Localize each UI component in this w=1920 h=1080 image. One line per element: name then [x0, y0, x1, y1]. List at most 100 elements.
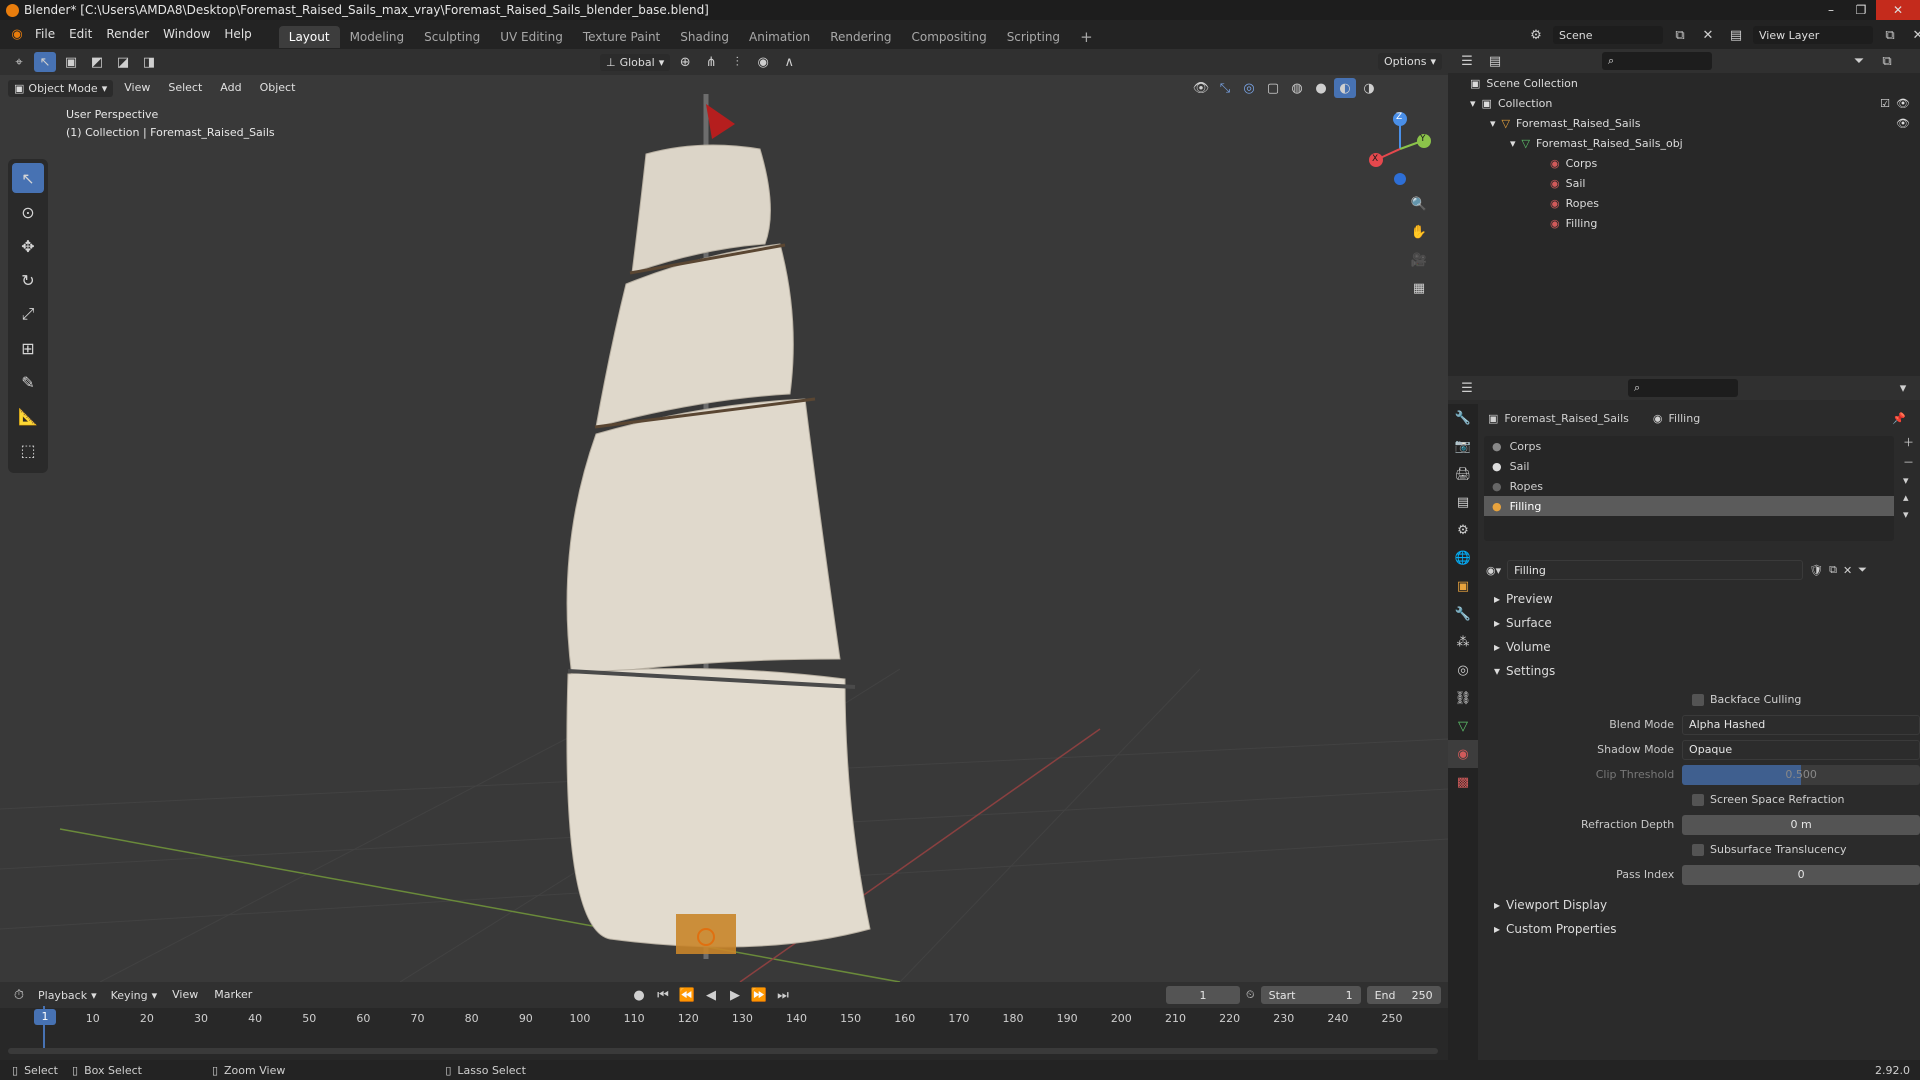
modifier-tab-icon[interactable]: 🔧	[1448, 600, 1478, 628]
scene-tab-icon[interactable]: ⚙	[1448, 516, 1478, 544]
panel-custom-properties[interactable]: ▸ Custom Properties	[1484, 917, 1920, 941]
tab-layout[interactable]: Layout	[278, 25, 340, 48]
panel-viewport-display[interactable]: ▸ Viewport Display	[1484, 893, 1920, 917]
3d-viewport[interactable]: ⌖ ↖ ▣ ◩ ◪ ◨ ⊥ Global ▾ ⊕ ⋔ ⫶ ◉ ∧ Options ▾ …	[0, 49, 1448, 982]
eye-icon[interactable]: 👁	[1896, 97, 1910, 110]
backface-culling-checkbox[interactable]	[1692, 693, 1704, 706]
unlink-material-icon[interactable]: ✕	[1843, 564, 1852, 577]
outliner-search-input[interactable]: ⌕	[1602, 52, 1712, 70]
backface-culling-row[interactable]: Backface Culling	[1484, 687, 1920, 712]
scene-selector[interactable]: Scene	[1553, 26, 1663, 44]
output-tab-icon[interactable]: 🖨	[1448, 460, 1478, 488]
tab-shading[interactable]: Shading	[670, 26, 739, 48]
panel-preview[interactable]: ▸ Preview	[1484, 587, 1920, 611]
blend-mode-dropdown[interactable]: Alpha Hashed	[1682, 714, 1920, 735]
new-collection-icon[interactable]: ⧉	[1876, 51, 1898, 71]
pin-icon[interactable]: 📌	[1892, 412, 1906, 425]
menu-file[interactable]: File	[28, 20, 62, 49]
refraction-depth-field[interactable]: 0 m	[1682, 814, 1920, 835]
outliner-editor-icon[interactable]: ☰	[1456, 51, 1478, 71]
view-layer-selector[interactable]: View Layer	[1753, 26, 1873, 44]
view-layer-icon[interactable]: ▤	[1725, 25, 1747, 45]
playhead-frame-label[interactable]: 1	[34, 1009, 56, 1025]
render-tab-icon[interactable]: 📷	[1448, 432, 1478, 460]
material-name-field[interactable]: Filling	[1507, 560, 1804, 580]
move-down-icon[interactable]: ▾	[1903, 508, 1914, 521]
new-scene-icon[interactable]: ⧉	[1669, 25, 1691, 45]
pass-index-field[interactable]: 0	[1682, 864, 1920, 885]
outliner-object[interactable]: ▾ ▽ Foremast_Raised_Sails 👁	[1448, 113, 1920, 133]
menu-help[interactable]: Help	[217, 20, 258, 49]
zoom-icon[interactable]: 🔍	[1408, 194, 1430, 214]
particles-tab-icon[interactable]: ⁂	[1448, 628, 1478, 656]
properties-search-input[interactable]: ⌕	[1628, 379, 1738, 397]
timeline-scrollbar[interactable]	[8, 1048, 1438, 1054]
link-mode-icon[interactable]: ⏷	[1858, 563, 1867, 577]
blender-menu-icon[interactable]: ◉	[6, 25, 28, 45]
maximize-button[interactable]: ❐	[1846, 0, 1876, 20]
screen-space-refraction-checkbox[interactable]	[1692, 793, 1704, 806]
view-layer-tab-icon[interactable]: ▤	[1448, 488, 1478, 516]
filter-icon[interactable]: ⏷	[1848, 51, 1870, 71]
menu-edit[interactable]: Edit	[62, 20, 99, 49]
minimize-button[interactable]: –	[1816, 0, 1846, 20]
tool-tab-icon[interactable]: 🔧	[1448, 404, 1478, 432]
outliner-material-sail[interactable]: ◉ Sail	[1448, 173, 1920, 193]
navigation-gizmo[interactable]: Z Y X	[1360, 109, 1440, 189]
constraints-tab-icon[interactable]: ⛓	[1448, 684, 1478, 712]
world-tab-icon[interactable]: 🌐	[1448, 544, 1478, 572]
collection-checkbox-icon[interactable]: ☑	[1880, 97, 1890, 110]
material-slot-corps[interactable]: ● Corps	[1484, 436, 1894, 456]
new-view-layer-icon[interactable]: ⧉	[1879, 25, 1901, 45]
material-browse-icon[interactable]: ◉▾	[1486, 564, 1501, 577]
fake-user-icon[interactable]: 🛡	[1809, 564, 1823, 577]
tab-rendering[interactable]: Rendering	[820, 26, 901, 48]
outliner-material-filling[interactable]: ◉ Filling	[1448, 213, 1920, 233]
menu-render[interactable]: Render	[99, 20, 156, 49]
texture-tab-icon[interactable]: ▩	[1448, 768, 1478, 796]
outliner-collection[interactable]: ▾ ▣ Collection ☑ 👁	[1448, 93, 1920, 113]
add-slot-icon[interactable]: ＋	[1903, 434, 1914, 450]
data-tab-icon[interactable]: ▽	[1448, 712, 1478, 740]
properties-editor-icon[interactable]: ☰	[1456, 378, 1478, 398]
panel-settings[interactable]: ▾ Settings	[1484, 659, 1920, 683]
tab-compositing[interactable]: Compositing	[901, 26, 996, 48]
pan-hand-icon[interactable]: ✋	[1408, 222, 1430, 242]
shadow-mode-dropdown[interactable]: Opaque	[1682, 739, 1920, 760]
duplicate-material-icon[interactable]: ⧉	[1829, 563, 1837, 577]
outliner-material-corps[interactable]: ◉ Corps	[1448, 153, 1920, 173]
slot-menu-icon[interactable]: ▾	[1903, 474, 1914, 487]
clip-threshold-slider[interactable]: 0.500	[1682, 764, 1920, 785]
panel-volume[interactable]: ▸ Volume	[1484, 635, 1920, 659]
move-up-icon[interactable]: ▴	[1903, 491, 1914, 504]
material-slot-sail[interactable]: ● Sail	[1484, 456, 1894, 476]
panel-surface[interactable]: ▸ Surface	[1484, 611, 1920, 635]
menu-window[interactable]: Window	[156, 20, 217, 49]
material-tab-icon[interactable]: ◉	[1448, 740, 1478, 768]
tab-sculpting[interactable]: Sculpting	[414, 26, 490, 48]
delete-view-layer-icon[interactable]: ✕	[1907, 25, 1920, 45]
ortho-grid-icon[interactable]: ▦	[1408, 278, 1430, 298]
tab-scripting[interactable]: Scripting	[997, 26, 1070, 48]
eye-icon[interactable]: 👁	[1896, 117, 1910, 130]
material-slot-filling[interactable]: ● Filling	[1484, 496, 1894, 516]
scene-icon[interactable]: ⚙	[1525, 25, 1547, 45]
screen-space-refraction-row[interactable]: Screen Space Refraction	[1484, 787, 1920, 812]
material-slot-ropes[interactable]: ● Ropes	[1484, 476, 1894, 496]
physics-tab-icon[interactable]: ◎	[1448, 656, 1478, 684]
outliner-material-ropes[interactable]: ◉ Ropes	[1448, 193, 1920, 213]
subsurface-translucency-checkbox[interactable]	[1692, 843, 1704, 856]
object-tab-icon[interactable]: ▣	[1448, 572, 1478, 600]
camera-view-icon[interactable]: 🎥	[1408, 250, 1430, 270]
display-mode-icon[interactable]: ▤	[1484, 51, 1506, 71]
tab-animation[interactable]: Animation	[739, 26, 820, 48]
tab-texture-paint[interactable]: Texture Paint	[573, 26, 670, 48]
chevron-down-icon[interactable]: ▾	[1892, 378, 1914, 398]
delete-scene-icon[interactable]: ✕	[1697, 25, 1719, 45]
add-workspace-button[interactable]: +	[1070, 26, 1103, 48]
close-button[interactable]: ✕	[1876, 0, 1920, 20]
tab-modeling[interactable]: Modeling	[340, 26, 415, 48]
outliner-mesh[interactable]: ▾ ▽ Foremast_Raised_Sails_obj	[1448, 133, 1920, 153]
tab-uv-editing[interactable]: UV Editing	[490, 26, 573, 48]
subsurface-translucency-row[interactable]: Subsurface Translucency	[1484, 837, 1920, 862]
